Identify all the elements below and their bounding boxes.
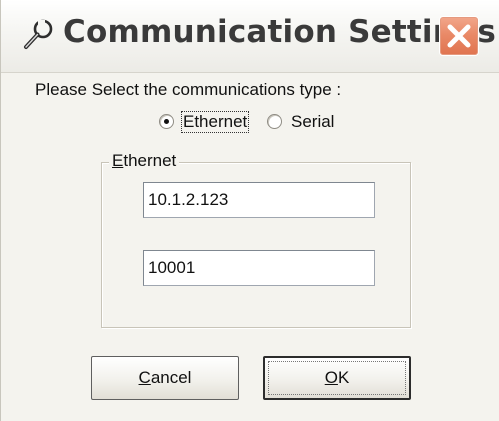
- radio-serial[interactable]: Serial: [267, 111, 347, 135]
- radio-serial-label[interactable]: Serial: [289, 111, 336, 133]
- radio-ethernet-label[interactable]: Ethernet: [181, 111, 250, 133]
- title-bar[interactable]: Communication Settings: [1, 0, 499, 73]
- ethernet-mnemonic: E: [112, 151, 124, 170]
- comm-type-prompt: Please Select the communications type :: [35, 80, 342, 99]
- ok-button[interactable]: OK: [263, 356, 411, 400]
- cancel-label-rest: ancel: [150, 368, 192, 387]
- radio-ethernet[interactable]: Ethernet: [159, 111, 263, 135]
- dialog-title: Communication Settings: [63, 14, 497, 50]
- cancel-mnemonic: C: [138, 368, 151, 387]
- radio-ethernet-circle[interactable]: [159, 114, 174, 129]
- cancel-button[interactable]: Cancel: [91, 356, 239, 400]
- radio-serial-circle[interactable]: [267, 114, 282, 129]
- wrench-icon: [21, 18, 55, 52]
- ok-mnemonic: O: [324, 368, 338, 387]
- ok-label-rest: K: [337, 368, 350, 387]
- close-button[interactable]: [439, 16, 479, 56]
- communication-settings-dialog: Communication Settings Please Select the…: [0, 0, 499, 421]
- ethernet-group-label: Ethernet: [109, 150, 180, 172]
- ip-address-field[interactable]: [143, 182, 375, 218]
- radio-selected-dot: [164, 119, 169, 124]
- ethernet-label-rest: thernet: [123, 151, 177, 170]
- port-field[interactable]: [143, 250, 375, 286]
